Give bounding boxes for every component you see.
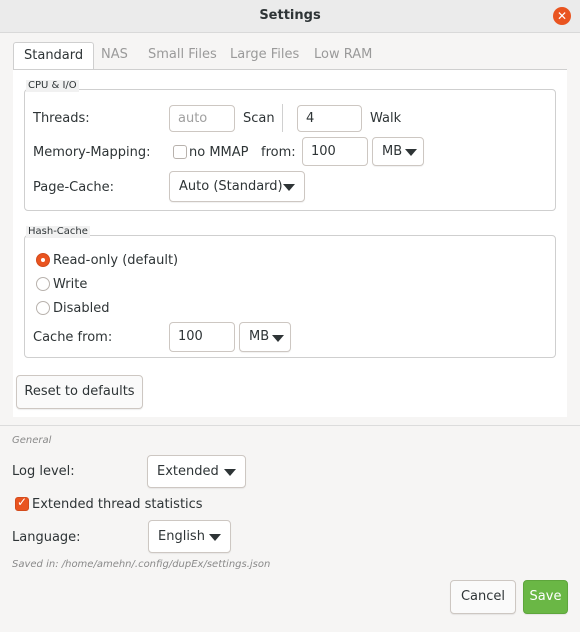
page-cache-value: Auto (Standard) xyxy=(179,179,283,194)
read-only-label: Read-only (default) xyxy=(53,253,179,268)
section-separator xyxy=(0,425,580,426)
log-level-dropdown[interactable]: Extended xyxy=(147,455,246,488)
reset-defaults-button[interactable]: Reset to defaults xyxy=(16,375,143,409)
cache-from-input[interactable]: 100 xyxy=(169,322,235,352)
hash-cache-frame-label: Hash-Cache xyxy=(26,226,90,238)
cache-unit-dropdown[interactable]: MB xyxy=(239,322,291,352)
general-section-label: General xyxy=(12,435,52,446)
tab-large-files[interactable]: Large Files xyxy=(220,42,309,69)
radio-read-only[interactable] xyxy=(36,253,50,267)
mmap-unit-dropdown[interactable]: MB xyxy=(372,137,424,166)
language-value: English xyxy=(158,529,205,544)
thread-stats-label: Extended thread statistics xyxy=(32,497,203,512)
log-level-value: Extended xyxy=(157,464,219,479)
radio-write[interactable] xyxy=(36,277,50,291)
threads-separator xyxy=(282,104,283,132)
tab-small-files[interactable]: Small Files xyxy=(138,42,227,69)
mmap-unit-value: MB xyxy=(382,144,403,159)
memory-mapping-label: Memory-Mapping: xyxy=(33,145,151,160)
walk-label: Walk xyxy=(370,111,402,126)
radio-disabled[interactable] xyxy=(36,301,50,315)
page-cache-dropdown[interactable]: Auto (Standard) xyxy=(169,171,305,202)
walk-threads-input[interactable]: 4 xyxy=(297,105,362,132)
cache-from-label: Cache from: xyxy=(33,330,113,345)
tab-standard[interactable]: Standard xyxy=(13,42,95,71)
radio-dot-icon xyxy=(41,258,45,262)
chevron-down-icon xyxy=(224,469,236,476)
cancel-button[interactable]: Cancel xyxy=(450,580,516,614)
no-mmap-label: no MMAP xyxy=(189,145,249,160)
write-label: Write xyxy=(53,277,88,292)
threads-label: Threads: xyxy=(33,111,90,126)
language-label: Language: xyxy=(12,530,81,545)
tab-nas[interactable]: NAS xyxy=(91,42,138,69)
close-button[interactable]: ✕ xyxy=(553,7,571,25)
thread-stats-checkbox[interactable]: ✓ xyxy=(15,495,29,511)
scan-threads-input[interactable]: auto xyxy=(169,105,235,132)
chevron-down-icon xyxy=(283,184,295,191)
tab-low-ram[interactable]: Low RAM xyxy=(304,42,382,69)
saved-path-text: Saved in: /home/amehn/.config/dupEx/sett… xyxy=(12,559,271,570)
mmap-from-input[interactable]: 100 xyxy=(302,137,368,166)
scan-label: Scan xyxy=(243,111,275,126)
checkmark-icon: ✓ xyxy=(17,495,28,509)
log-level-label: Log level: xyxy=(12,464,75,479)
no-mmap-checkbox[interactable] xyxy=(173,145,187,159)
from-label: from: xyxy=(261,145,296,160)
page-cache-label: Page-Cache: xyxy=(33,180,114,195)
chevron-down-icon xyxy=(272,335,284,342)
chevron-down-icon xyxy=(209,534,221,541)
close-icon: ✕ xyxy=(556,9,568,23)
save-button[interactable]: Save xyxy=(523,580,568,614)
title-bar: Settings ✕ xyxy=(0,0,580,33)
disabled-label: Disabled xyxy=(53,301,110,316)
chevron-down-icon xyxy=(405,149,417,156)
window-title: Settings xyxy=(259,8,321,23)
cpu-io-frame-label: CPU & I/O xyxy=(26,80,79,92)
cache-unit-value: MB xyxy=(249,329,270,344)
language-dropdown[interactable]: English xyxy=(148,520,231,553)
